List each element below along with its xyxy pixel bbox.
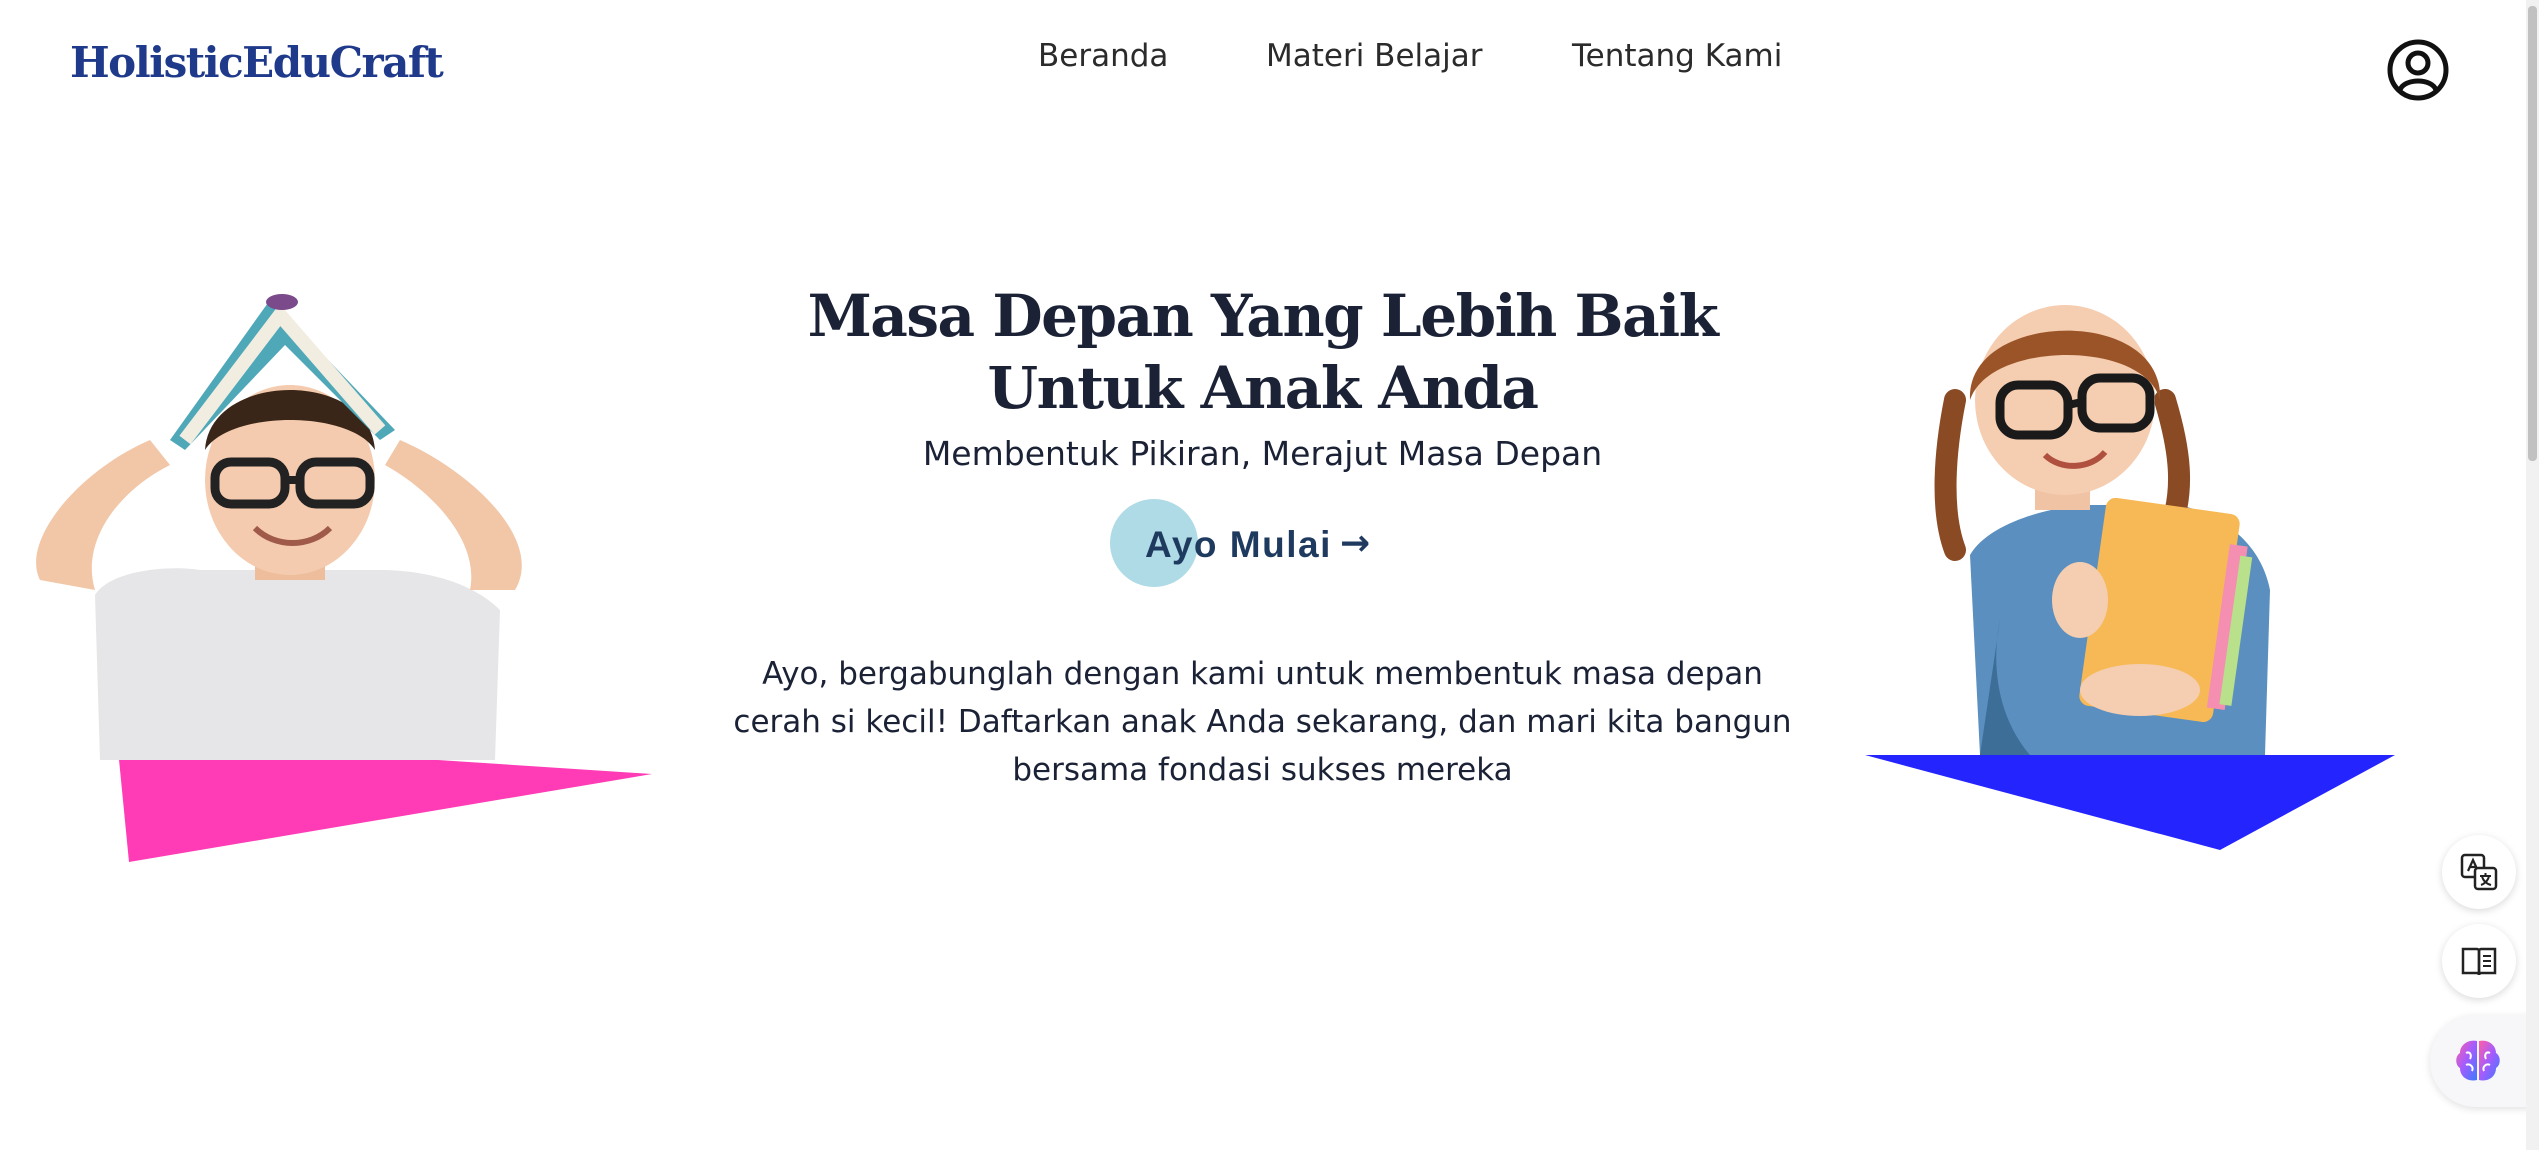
nav-item-beranda[interactable]: Beranda — [1038, 38, 1168, 74]
blue-triangle-shape — [1865, 755, 2395, 850]
cta-label: Ayo Mulai — [1145, 524, 1332, 565]
translate-icon — [2460, 853, 2498, 891]
user-circle-icon[interactable] — [2386, 38, 2450, 102]
book-reader-icon — [2461, 947, 2497, 976]
brain-icon — [2456, 1040, 2500, 1081]
reader-mode-button[interactable] — [2442, 924, 2516, 998]
hero-subtitle: Membentuk Pikiran, Merajut Masa Depan — [922, 434, 1603, 473]
ayo-mulai-button[interactable]: Ayo Mulai → — [1108, 497, 1408, 589]
hero-description: Ayo, bergabunglah dengan kami untuk memb… — [733, 656, 1792, 788]
ai-assistant-button[interactable] — [2430, 1015, 2539, 1107]
nav-item-materi-belajar[interactable]: Materi Belajar — [1266, 38, 1483, 74]
hero-title: Masa Depan Yang Lebih Baik Untuk Anak An… — [807, 282, 1719, 422]
translate-button[interactable] — [2442, 835, 2516, 909]
arrow-right-icon: → — [1340, 523, 1371, 564]
vertical-scrollbar[interactable] — [2526, 0, 2539, 1150]
boy-with-book-illustration — [0, 290, 660, 870]
nav-item-tentang-kami[interactable]: Tentang Kami — [1572, 38, 1782, 74]
page: HolisticEduCraft Beranda Materi Belajar … — [0, 0, 2539, 1150]
main-nav: Beranda Materi Belajar Tentang Kami — [0, 38, 2539, 78]
scrollbar-thumb[interactable] — [2528, 6, 2537, 461]
girl-with-books-illustration — [1860, 290, 2400, 860]
